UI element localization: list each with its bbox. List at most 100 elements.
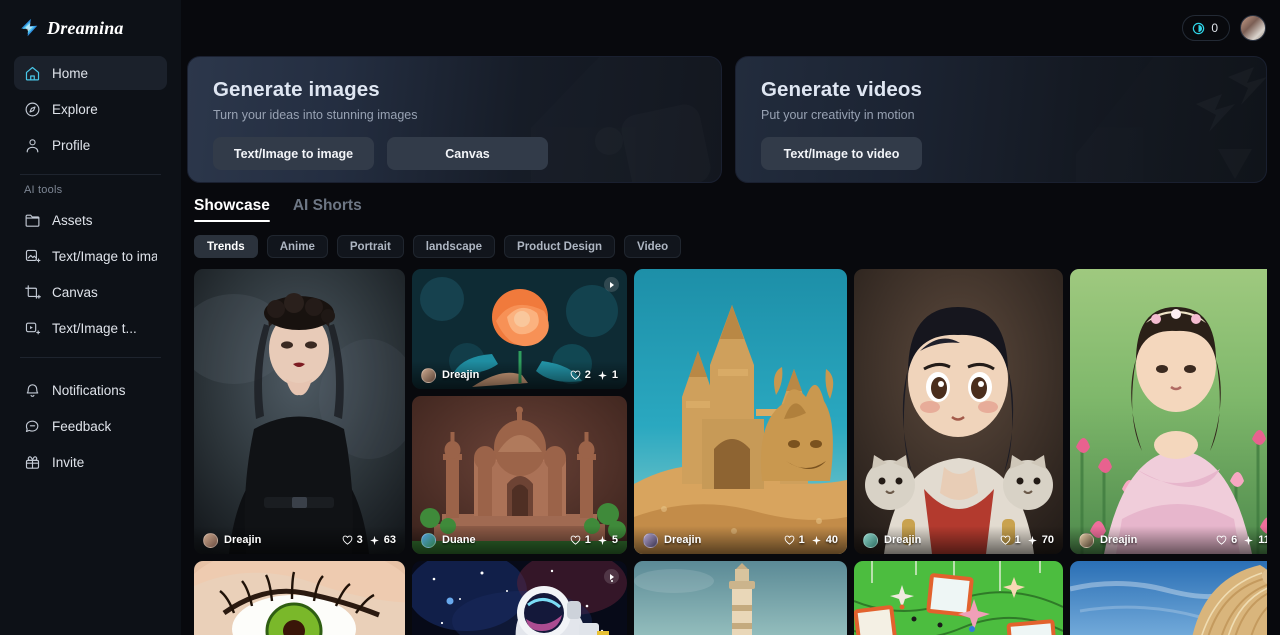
star-stat[interactable]: 63	[369, 534, 396, 546]
tab-ai-shorts[interactable]: AI Shorts	[293, 197, 362, 222]
like-stat[interactable]: 2	[570, 369, 591, 381]
sidebar-item-label: Text/Image t...	[52, 320, 137, 336]
like-stat[interactable]: 3	[342, 534, 363, 546]
author-avatar	[203, 532, 218, 548]
heart-icon	[784, 535, 794, 545]
sidebar-item-canvas[interactable]: Canvas	[14, 275, 167, 309]
chip-product-design[interactable]: Product Design	[504, 235, 616, 258]
like-stat[interactable]: 1	[784, 534, 805, 546]
gallery-card-lighthouse[interactable]	[634, 561, 847, 635]
sidebar-item-label: Invite	[52, 454, 85, 470]
sidebar-item-label: Notifications	[52, 382, 126, 398]
sparkle-icon	[598, 535, 607, 545]
gallery-card-blonde-hair[interactable]	[1070, 561, 1267, 635]
sidebar-item-invite[interactable]: Invite	[14, 445, 167, 479]
like-count: 3	[356, 534, 363, 546]
tab-bar: Showcase AI Shorts	[194, 197, 1267, 222]
gallery-card-tulip-girl[interactable]: Dreajin 6 110	[1070, 269, 1267, 554]
like-count: 1	[1014, 534, 1021, 546]
sidebar-item-label: Assets	[52, 212, 93, 228]
chip-portrait[interactable]: Portrait	[336, 235, 404, 258]
heart-icon	[570, 370, 581, 380]
play-icon	[610, 573, 615, 580]
chip-anime[interactable]: Anime	[266, 235, 328, 258]
gift-icon	[25, 455, 40, 469]
sidebar-item-label: Feedback	[52, 418, 112, 434]
sidebar-item-text-image-to-video[interactable]: Text/Image t...	[14, 311, 167, 345]
author-avatar	[1079, 532, 1094, 548]
credit-balance-pill[interactable]: 0	[1182, 15, 1230, 41]
author-avatar	[643, 532, 658, 548]
like-stat[interactable]: 1	[570, 534, 591, 546]
chip-video[interactable]: Video	[624, 235, 682, 258]
gallery-column: Dreajin 6 110	[1070, 269, 1267, 635]
star-stat[interactable]: 70	[1027, 534, 1054, 546]
text-image-to-image-button[interactable]: Text/Image to image	[213, 137, 374, 170]
star-stat[interactable]: 40	[811, 534, 838, 546]
gallery-card-anime-girl[interactable]: Dreajin 1 70	[854, 269, 1063, 554]
sidebar-item-text-image-to-image[interactable]: Text/Image to image	[14, 239, 167, 273]
chip-trends[interactable]: Trends	[194, 235, 258, 258]
star-count: 1	[611, 369, 618, 381]
play-badge[interactable]	[604, 277, 619, 292]
brand-logo[interactable]: Dreamina	[14, 0, 167, 56]
gallery-card-gothic-bride[interactable]: Dreajin 3 63	[194, 269, 405, 554]
heart-icon	[1000, 535, 1010, 545]
main-content: Generate images Turn your ideas into stu…	[181, 56, 1280, 635]
sparkle-icon	[811, 535, 821, 545]
sidebar-item-label: Profile	[52, 137, 91, 153]
gothic-bride-portrait-art	[194, 269, 405, 554]
gallery-card-green-board[interactable]	[854, 561, 1063, 635]
author-avatar	[863, 532, 878, 548]
topbar: 0	[181, 0, 1280, 56]
sidebar-item-explore[interactable]: Explore	[14, 92, 167, 126]
sidebar-item-feedback[interactable]: Feedback	[14, 409, 167, 443]
video-plus-icon	[25, 322, 41, 334]
gallery-card-astronaut[interactable]	[412, 561, 627, 635]
author-name: Dreajin	[442, 369, 480, 381]
like-count: 6	[1231, 534, 1238, 546]
star-count: 40	[825, 534, 838, 546]
canvas-button[interactable]: Canvas	[387, 137, 548, 170]
hero-card-generate-videos[interactable]: Generate videos Put your creativity in m…	[735, 56, 1267, 183]
blonde-hair-in-sky-art	[1070, 561, 1267, 635]
sidebar-section-label: AI tools	[24, 184, 63, 196]
hero-buttons: Text/Image to video	[761, 137, 1266, 170]
app-root: Dreamina Home Explore Profile AI tools A…	[0, 0, 1280, 635]
card-meta: Dreajin 1 40	[634, 526, 847, 554]
dreamina-star-logo-icon	[21, 18, 38, 37]
sidebar-item-notifications[interactable]: Notifications	[14, 373, 167, 407]
card-meta: Dreajin 6 110	[1070, 526, 1267, 554]
gallery-card-orange-rose[interactable]: Dreajin 2 1	[412, 269, 627, 389]
tab-showcase[interactable]: Showcase	[194, 197, 270, 222]
showcase-gallery: Dreajin 3 63 Dreajin 2 1 Duane 1 5 Dreaj…	[194, 269, 1267, 635]
gallery-card-taj-mahal[interactable]: Duane 1 5	[412, 396, 627, 554]
like-stat[interactable]: 6	[1216, 534, 1237, 546]
green-notes-board-art	[854, 561, 1063, 635]
filter-chip-row: Trends Anime Portrait landscape Product …	[194, 235, 1267, 258]
heart-icon	[1216, 535, 1227, 545]
sidebar-item-assets[interactable]: Assets	[14, 203, 167, 237]
hero-card-generate-images[interactable]: Generate images Turn your ideas into stu…	[187, 56, 722, 183]
star-count: 110	[1258, 534, 1267, 546]
star-stat[interactable]: 110	[1243, 534, 1267, 546]
author-name: Dreajin	[884, 534, 922, 546]
like-stat[interactable]: 1	[1000, 534, 1021, 546]
gallery-card-green-eye[interactable]	[194, 561, 405, 635]
avatar[interactable]	[1240, 15, 1266, 41]
sidebar-item-home[interactable]: Home	[14, 56, 167, 90]
star-stat[interactable]: 5	[597, 534, 618, 546]
sidebar-item-profile[interactable]: Profile	[14, 128, 167, 162]
hero-title: Generate images	[213, 78, 380, 101]
text-image-to-video-button[interactable]: Text/Image to video	[761, 137, 922, 170]
star-stat[interactable]: 1	[597, 369, 618, 381]
chip-landscape[interactable]: landscape	[412, 235, 496, 258]
author-name: Dreajin	[224, 534, 262, 546]
credit-count: 0	[1211, 21, 1218, 35]
gallery-column: Dreajin 3 63	[194, 269, 405, 635]
bell-icon	[26, 383, 39, 397]
gallery-card-sand-castle[interactable]: Dreajin 1 40	[634, 269, 847, 554]
play-badge[interactable]	[604, 569, 619, 584]
green-eye-macro-art	[194, 561, 405, 635]
play-icon	[610, 281, 615, 288]
